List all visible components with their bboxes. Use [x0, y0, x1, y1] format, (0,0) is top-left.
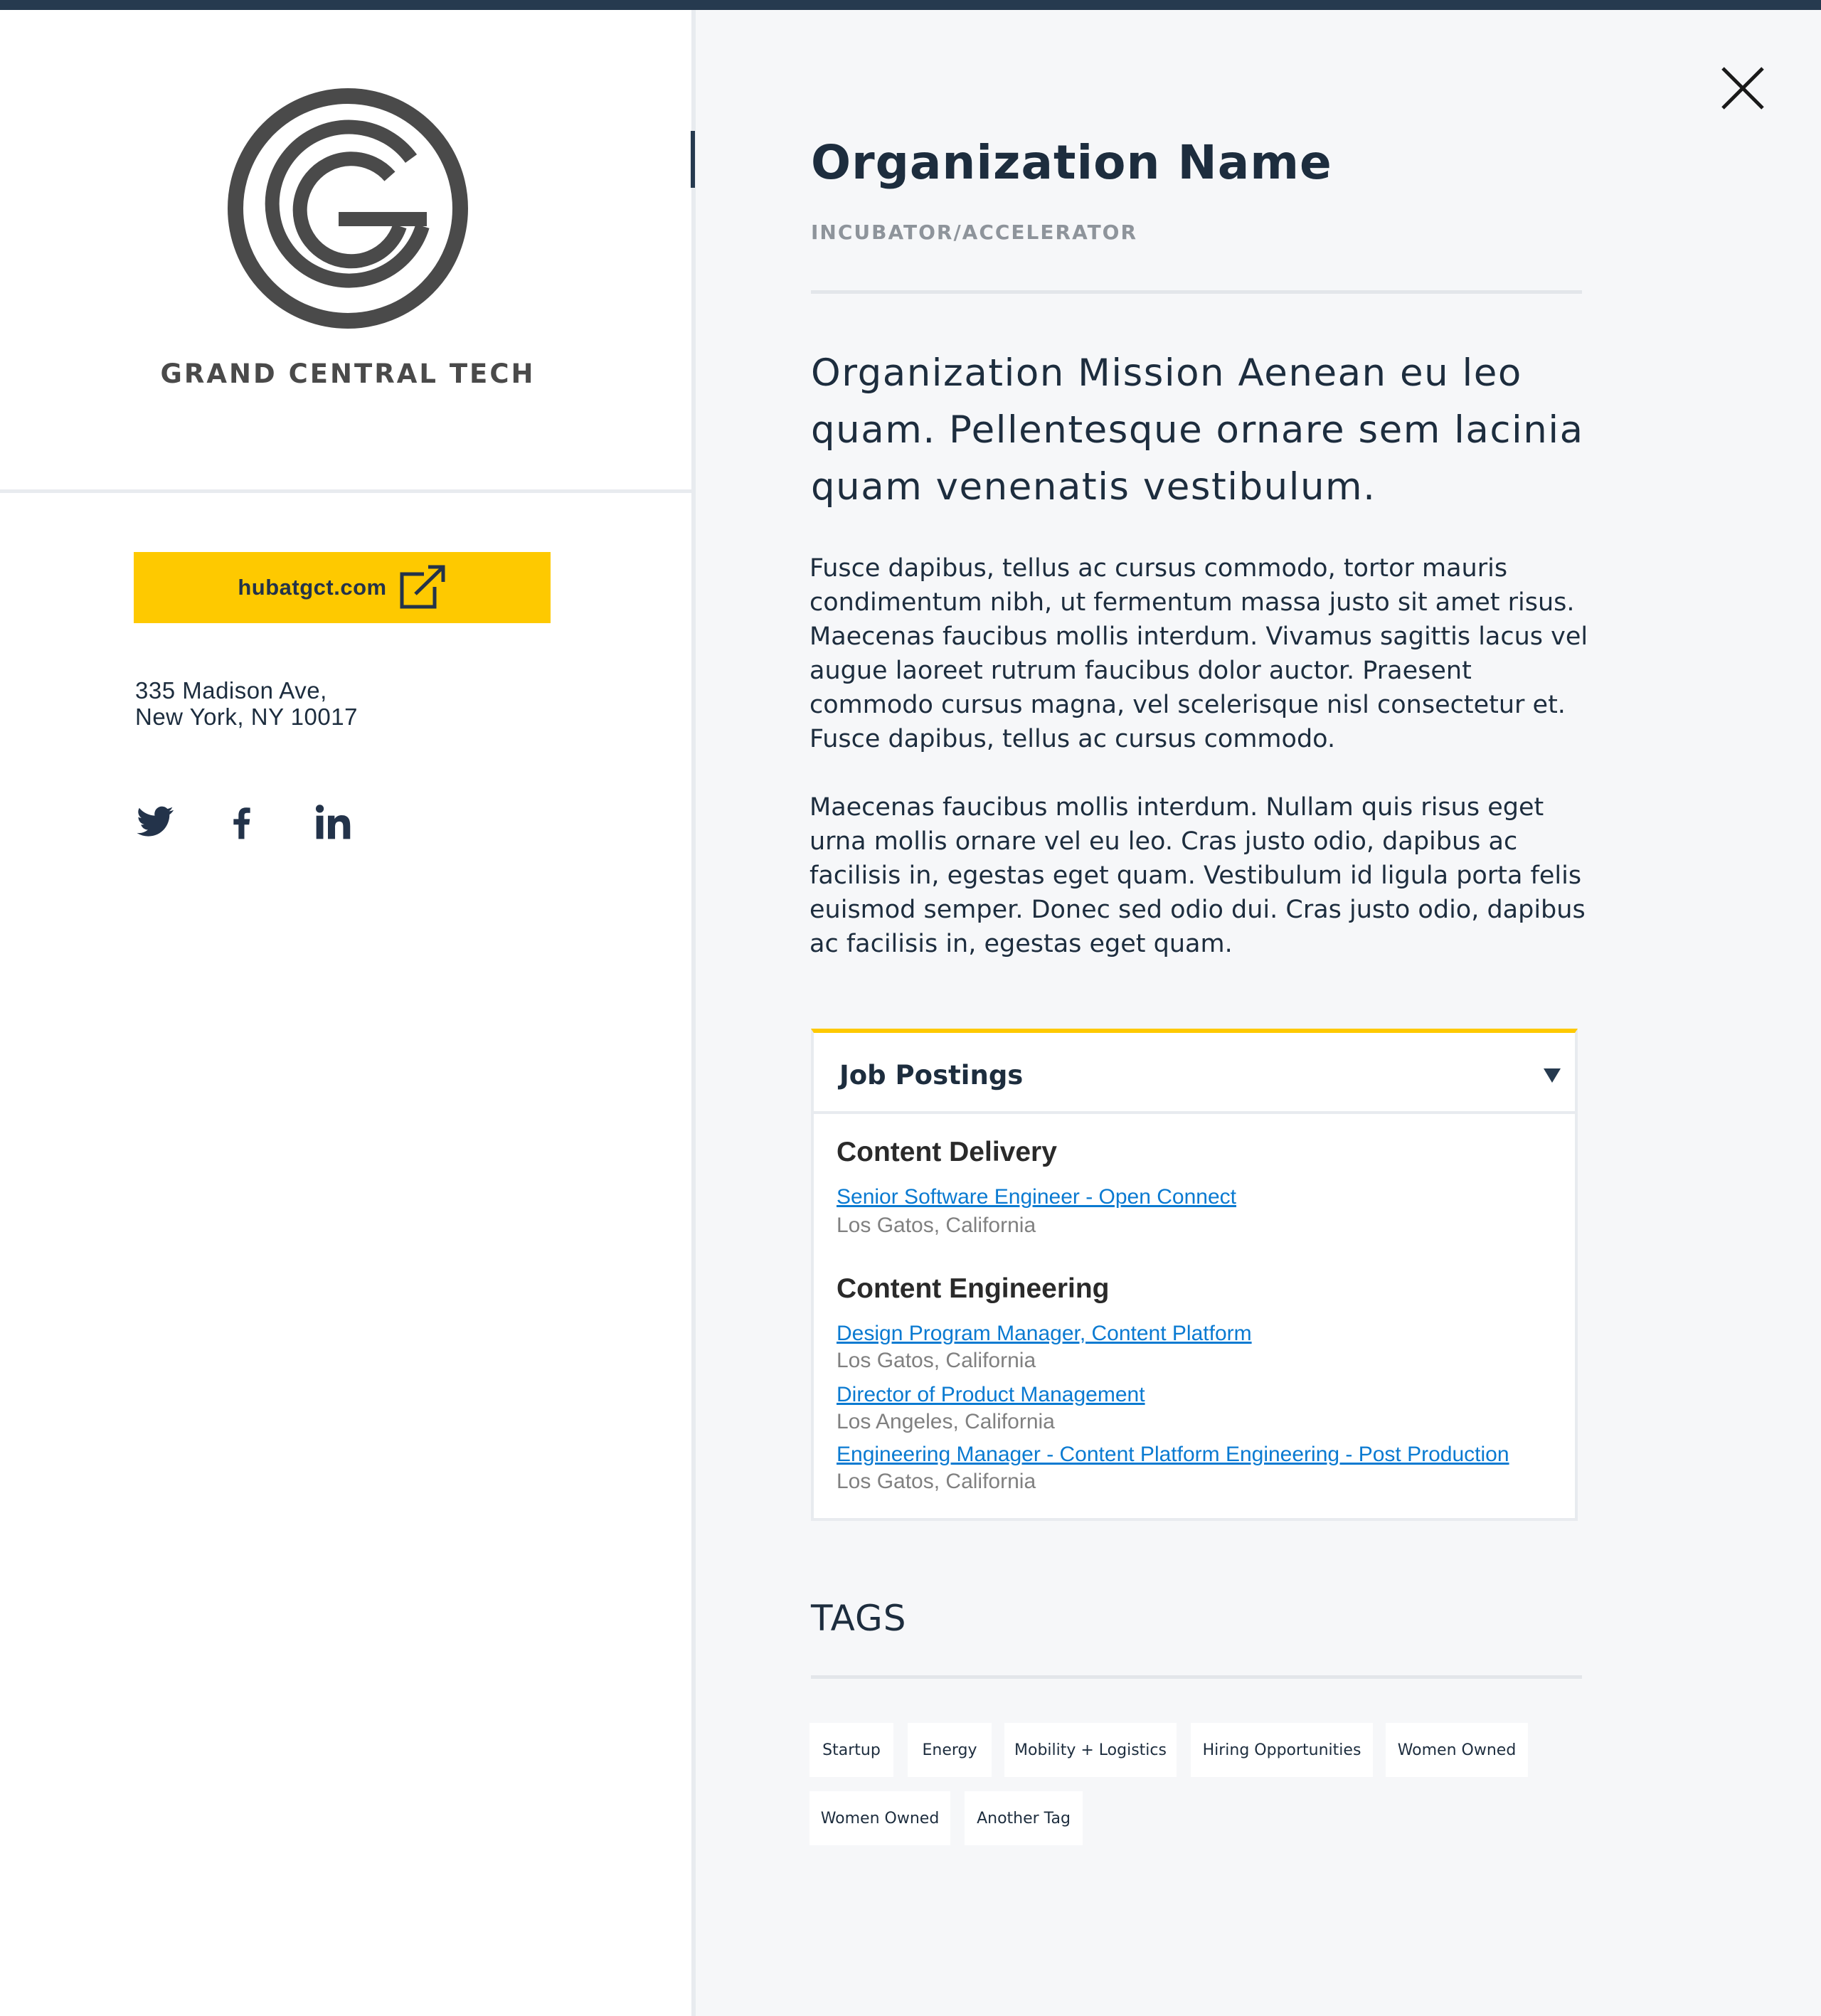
tag-chip[interactable]: Women Owned: [1386, 1723, 1528, 1777]
department-heading: Content Engineering: [837, 1273, 1110, 1304]
facebook-icon[interactable]: [222, 802, 262, 842]
header-divider: [811, 290, 1582, 294]
org-mission: Organization Mission Aenean eu leo quam.…: [811, 351, 1584, 509]
tag-chip[interactable]: Another Tag: [965, 1791, 1083, 1845]
close-icon: [1721, 67, 1764, 110]
tags-divider: [811, 1675, 1582, 1679]
job-link[interactable]: Engineering Manager - Content Platform E…: [837, 1443, 1509, 1467]
active-tab-marker: [691, 131, 695, 188]
job-postings-toggle[interactable]: Job Postings: [814, 1033, 1575, 1114]
job-location: Los Angeles, California: [837, 1410, 1055, 1433]
org-address: 335 Madison Ave, New York, NY 10017: [135, 677, 358, 730]
job-location: Los Gatos, California: [837, 1214, 1036, 1237]
department-heading: Content Delivery: [837, 1137, 1057, 1167]
linkedin-icon[interactable]: [313, 802, 353, 842]
top-bar: [0, 0, 1821, 10]
external-link-icon: [400, 564, 447, 609]
job-postings-title: Job Postings: [839, 1060, 1024, 1091]
org-logo: GRAND CENTRAL TECH: [154, 85, 542, 405]
job-location: Los Gatos, California: [837, 1349, 1036, 1372]
tag-chip[interactable]: Women Owned: [809, 1791, 950, 1845]
address-line-1: 335 Madison Ave,: [135, 677, 327, 704]
job-location: Los Gatos, California: [837, 1470, 1036, 1493]
tag-chip[interactable]: Hiring Opportunities: [1191, 1723, 1373, 1777]
address-line-2: New York, NY 10017: [135, 704, 358, 730]
gct-logo-icon: [228, 88, 468, 329]
close-button[interactable]: [1720, 65, 1766, 111]
sidebar-border: [691, 10, 696, 2016]
website-label: hubatgct.com: [238, 575, 387, 600]
tag-chip[interactable]: Energy: [908, 1723, 992, 1777]
sidebar-divider: [0, 489, 691, 493]
page-title: Organization Name: [811, 135, 1332, 190]
description-paragraph-1: Fusce dapibus, tellus ac cursus commodo,…: [809, 554, 1588, 753]
twitter-icon[interactable]: [135, 802, 175, 842]
org-category: INCUBATOR/ACCELERATOR: [811, 221, 1138, 244]
tag-chip[interactable]: Mobility + Logistics: [1004, 1723, 1177, 1777]
job-postings-panel: Job Postings Content Delivery Senior Sof…: [811, 1029, 1578, 1521]
tags-heading: TAGS: [811, 1598, 907, 1639]
job-link[interactable]: Senior Software Engineer - Open Connect: [837, 1185, 1236, 1209]
tag-chip[interactable]: Startup: [809, 1723, 893, 1777]
website-link-button[interactable]: hubatgct.com: [134, 552, 551, 623]
job-link[interactable]: Director of Product Management: [837, 1383, 1145, 1407]
job-link[interactable]: Design Program Manager, Content Platform: [837, 1322, 1252, 1346]
description-paragraph-2: Maecenas faucibus mollis interdum. Nulla…: [809, 793, 1586, 958]
logo-wordmark: GRAND CENTRAL TECH: [160, 359, 536, 389]
caret-down-icon: [1544, 1068, 1561, 1083]
